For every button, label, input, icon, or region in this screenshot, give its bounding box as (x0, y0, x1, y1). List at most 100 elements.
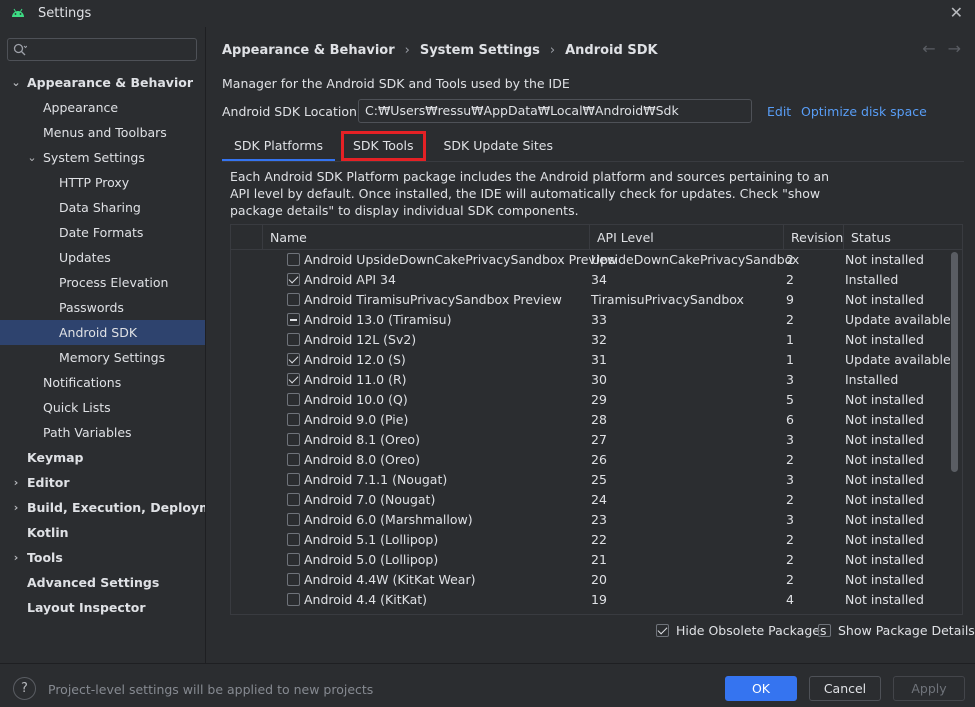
cell-name: Android 4.4W (KitKat Wear) (304, 572, 476, 587)
show-details-option[interactable]: Show Package Details (818, 623, 975, 638)
row-checkbox[interactable] (287, 453, 300, 466)
forward-arrow-icon[interactable]: → (948, 39, 961, 58)
table-row[interactable]: Android 8.0 (Oreo) 26 2 Not installed (231, 450, 944, 470)
table-row[interactable]: Android 4.4 (KitKat) 19 4 Not installed (231, 590, 944, 610)
edit-link[interactable]: Edit (767, 104, 791, 119)
show-details-checkbox[interactable] (818, 624, 831, 637)
row-checkbox[interactable] (287, 393, 300, 406)
row-checkbox[interactable] (287, 573, 300, 586)
table-row[interactable]: Android 6.0 (Marshmallow) 23 3 Not installe… (231, 510, 944, 530)
table-row[interactable]: Android 7.0 (Nougat) 24 2 Not installed (231, 490, 944, 510)
tab-sdk-tools[interactable]: SDK Tools (340, 131, 426, 161)
table-scrollbar[interactable] (951, 250, 958, 614)
table-row[interactable]: Android 4.4W (KitKat Wear) 20 2 Not install… (231, 570, 944, 590)
row-checkbox[interactable] (287, 513, 300, 526)
sidebar-item[interactable]: Date Formats (0, 220, 206, 245)
row-checkbox[interactable] (287, 533, 300, 546)
sidebar-item[interactable]: HTTP Proxy (0, 170, 206, 195)
sidebar-item[interactable]: › Build, Execution, Deployment (0, 495, 236, 520)
table-row[interactable]: Android 5.1 (Lollipop) 22 2 Not installed (231, 530, 944, 550)
row-checkbox[interactable] (287, 433, 300, 446)
row-checkbox[interactable] (287, 413, 300, 426)
cell-revision: 3 (786, 472, 794, 487)
cell-status: Not installed (845, 252, 924, 267)
hide-obsolete-option[interactable]: Hide Obsolete Packages (656, 623, 826, 638)
cell-revision: 2 (786, 532, 794, 547)
help-icon[interactable]: ? (13, 677, 36, 700)
column-header-status[interactable]: Status (843, 225, 962, 250)
table-row[interactable]: Android 7.1.1 (Nougat) 25 3 Not installed (231, 470, 944, 490)
sidebar-item[interactable]: Menus and Toolbars (0, 120, 206, 145)
search-input[interactable] (32, 41, 192, 58)
row-checkbox[interactable] (287, 253, 300, 266)
row-checkbox[interactable] (287, 293, 300, 306)
cell-name: Android 8.0 (Oreo) (304, 452, 420, 467)
table-row[interactable]: Android 11.0 (R) 30 3 Installed (231, 370, 944, 390)
row-checkbox[interactable] (287, 313, 300, 326)
row-checkbox[interactable] (287, 473, 300, 486)
sidebar-item[interactable]: Passwords (0, 295, 206, 320)
sidebar-item[interactable]: Appearance (0, 95, 206, 120)
sidebar-item[interactable]: Updates (0, 245, 206, 270)
table-row[interactable]: Android 5.0 (Lollipop) 21 2 Not installed (231, 550, 944, 570)
sidebar-item[interactable]: Process Elevation (0, 270, 206, 295)
breadcrumb-item[interactable]: Appearance & Behavior (222, 43, 395, 58)
hide-obsolete-checkbox[interactable] (656, 624, 669, 637)
sidebar-item[interactable]: ⌄ System Settings (0, 145, 206, 170)
sidebar-item[interactable]: ⌄ Appearance & Behavior (0, 70, 206, 95)
tab-sdk-platforms[interactable]: SDK Platforms (222, 131, 335, 162)
row-checkbox[interactable] (287, 353, 300, 366)
table-row[interactable]: Android 13.0 (Tiramisu) 33 2 Update availab… (231, 310, 951, 330)
table-row[interactable]: Android TiramisuPrivacySandbox Preview Ti… (231, 290, 944, 310)
sidebar-item[interactable]: Keymap (0, 445, 206, 470)
sidebar-item[interactable]: Path Variables (0, 420, 206, 445)
chevron-down-icon[interactable]: ⌄ (26, 145, 38, 170)
cell-status: Installed (845, 272, 899, 287)
row-checkbox[interactable] (287, 593, 300, 606)
sidebar-item[interactable]: › Editor (0, 470, 206, 495)
sidebar-item-label: HTTP Proxy (59, 175, 130, 190)
sdk-location-field[interactable]: C:₩Users₩ressu₩AppData₩Local₩Android₩Sdk (358, 99, 752, 123)
table-row[interactable]: Android 8.1 (Oreo) 27 3 Not installed (231, 430, 944, 450)
column-header-name[interactable]: Name (262, 225, 589, 250)
scrollbar-thumb[interactable] (951, 252, 958, 472)
table-row[interactable]: Android 12L (Sv2) 32 1 Not installed (231, 330, 944, 350)
sidebar-item[interactable]: Kotlin (0, 520, 206, 545)
sidebar-item[interactable]: Memory Settings (0, 345, 206, 370)
cell-name: Android 4.4 (KitKat) (304, 592, 428, 607)
back-arrow-icon[interactable]: ← (922, 39, 935, 58)
sidebar-item[interactable]: › Tools (0, 545, 206, 570)
chevron-down-icon[interactable]: ⌄ (10, 70, 22, 95)
table-row[interactable]: Android 10.0 (Q) 29 5 Not installed (231, 390, 944, 410)
chevron-right-icon[interactable]: › (10, 470, 22, 495)
optimize-disk-space-link[interactable]: Optimize disk space (801, 104, 927, 119)
table-row[interactable]: Android 12.0 (S) 31 1 Update available (231, 350, 951, 370)
tab-sdk-update-sites[interactable]: SDK Update Sites (432, 131, 566, 161)
sidebar-item[interactable]: Data Sharing (0, 195, 206, 220)
ok-button[interactable]: OK (725, 676, 797, 701)
sidebar-item-label: Date Formats (59, 225, 144, 240)
sidebar-item[interactable]: Layout Inspector (0, 595, 206, 620)
table-row[interactable]: Android UpsideDownCakePrivacySandbox Pre… (231, 250, 944, 270)
search-box[interactable] (7, 38, 197, 61)
chevron-right-icon[interactable]: › (10, 495, 22, 520)
chevron-right-icon[interactable]: › (10, 545, 22, 570)
close-icon[interactable]: ✕ (950, 3, 963, 22)
row-checkbox[interactable] (287, 493, 300, 506)
sidebar-item[interactable]: Android SDK (0, 320, 206, 345)
column-header-api-level[interactable]: API Level (589, 225, 783, 250)
table-row[interactable]: Android 9.0 (Pie) 28 6 Not installed (231, 410, 944, 430)
row-checkbox[interactable] (287, 273, 300, 286)
row-checkbox[interactable] (287, 373, 300, 386)
sidebar-item[interactable]: Notifications (0, 370, 206, 395)
row-checkbox[interactable] (287, 333, 300, 346)
sidebar-item[interactable]: Advanced Settings (0, 570, 206, 595)
column-header-revision[interactable]: Revision (783, 225, 843, 250)
cell-revision: 2 (786, 272, 794, 287)
breadcrumb-item[interactable]: System Settings (420, 43, 540, 58)
apply-button[interactable]: Apply (893, 676, 965, 701)
sidebar-item[interactable]: Quick Lists (0, 395, 206, 420)
row-checkbox[interactable] (287, 553, 300, 566)
cancel-button[interactable]: Cancel (809, 676, 881, 701)
table-row[interactable]: Android API 34 34 2 Installed (231, 270, 944, 290)
